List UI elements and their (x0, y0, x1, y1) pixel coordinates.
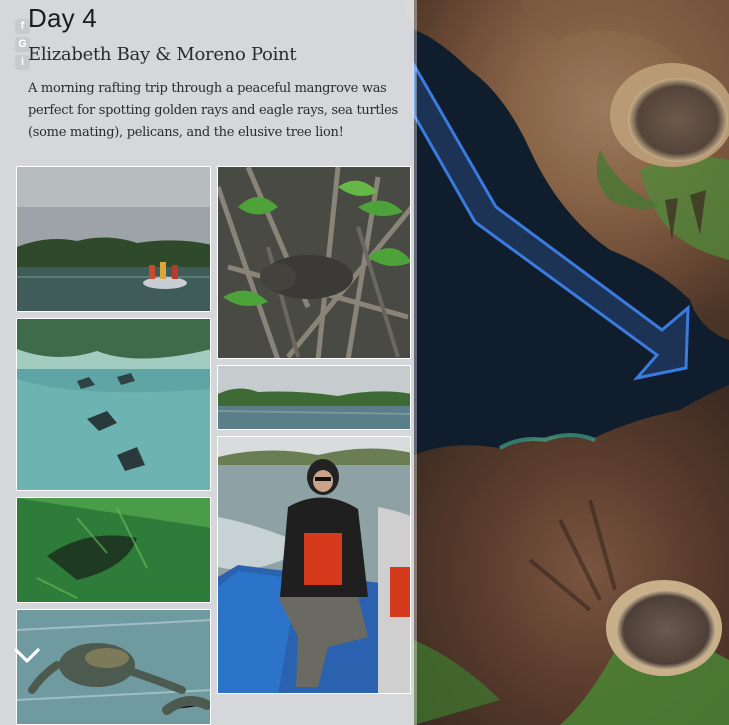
story-description: A morning rafting trip through a peacefu… (28, 81, 398, 140)
photo-mangrove-lagoon[interactable] (217, 365, 411, 430)
chevron-down-icon[interactable] (13, 644, 41, 668)
photo-raft-in-mangrove[interactable] (16, 166, 211, 312)
story-panel[interactable]: f G i Day 4 Elizabeth Bay & Moreno Point… (0, 0, 414, 725)
page-title: Day 4 (28, 3, 97, 33)
photo-eagle-rays[interactable] (16, 318, 211, 491)
photo-sea-lion-in-mangrove[interactable] (217, 166, 411, 359)
photo-sea-turtles[interactable] (16, 609, 211, 725)
story-subtitle: Elizabeth Bay & Moreno Point (28, 44, 297, 65)
photo-golden-ray[interactable] (16, 497, 211, 603)
panel-edge (414, 0, 417, 725)
photo-traveler-on-raft[interactable] (217, 436, 411, 694)
